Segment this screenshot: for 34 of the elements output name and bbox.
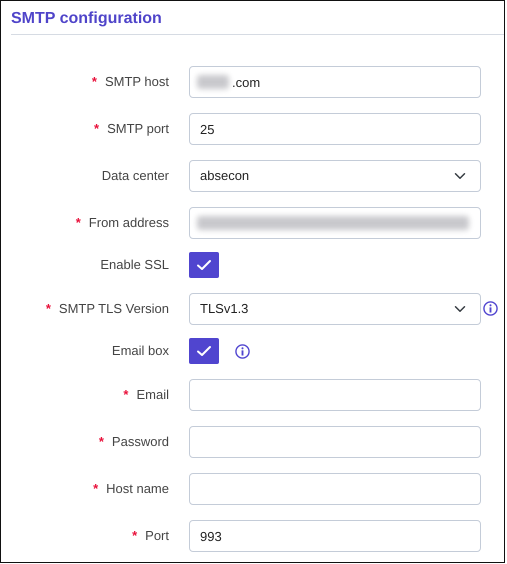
field-label: SMTP host bbox=[104, 73, 169, 92]
field-label: SMTP port bbox=[107, 120, 169, 138]
field-label: Email box bbox=[112, 342, 169, 360]
checkbox[interactable] bbox=[189, 252, 219, 278]
required-asterisk: * bbox=[123, 386, 128, 404]
required-asterisk: * bbox=[92, 73, 97, 92]
check-icon bbox=[196, 259, 212, 272]
required-asterisk: * bbox=[98, 433, 104, 452]
section-title: SMTP configuration bbox=[11, 9, 163, 29]
input-field[interactable] bbox=[189, 379, 481, 412]
checkbox[interactable] bbox=[189, 338, 219, 364]
dropdown[interactable]: TLSv1.3 bbox=[189, 293, 481, 326]
field-label: Email bbox=[136, 386, 169, 404]
input-field[interactable] bbox=[189, 473, 481, 506]
field-label: SMTP TLS Version bbox=[58, 300, 169, 318]
field-label: Port bbox=[145, 527, 169, 546]
check-icon bbox=[196, 345, 212, 358]
dropdown[interactable]: absecon bbox=[189, 160, 481, 192]
field-label: Password bbox=[112, 433, 169, 452]
field-label: Data center bbox=[102, 167, 169, 186]
input-field[interactable] bbox=[189, 426, 481, 458]
required-asterisk: * bbox=[76, 214, 81, 232]
required-asterisk: * bbox=[93, 480, 98, 498]
required-asterisk: * bbox=[132, 527, 138, 546]
required-asterisk: * bbox=[94, 120, 100, 138]
info-icon[interactable] bbox=[235, 344, 250, 359]
field-label: Host name bbox=[106, 480, 169, 498]
input-field[interactable]: .com bbox=[189, 66, 481, 98]
input-field[interactable]: 25 bbox=[189, 113, 481, 146]
info-icon[interactable] bbox=[483, 301, 498, 316]
field-label: From address bbox=[88, 214, 169, 232]
input-field[interactable]: 993 bbox=[189, 520, 481, 552]
field-label: Enable SSL bbox=[100, 256, 169, 274]
required-asterisk: * bbox=[46, 300, 51, 318]
